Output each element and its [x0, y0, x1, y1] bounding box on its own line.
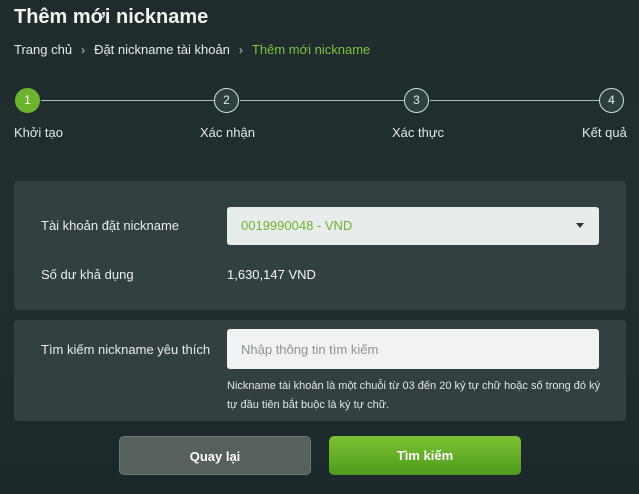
- stepper-connector: [41, 100, 214, 101]
- step-1-circle: 1: [15, 88, 40, 113]
- breadcrumb-current: Thêm mới nickname: [251, 42, 371, 57]
- stepper: 1 2 3 4 Khởi tạo Xác nhận Xác thực Kết q…: [0, 88, 639, 148]
- breadcrumb-separator: ›: [81, 42, 86, 57]
- step-1-label: Khởi tạo: [14, 125, 63, 140]
- stepper-connector: [430, 100, 599, 101]
- search-hint: Nickname tài khoản là một chuỗi từ 03 đế…: [227, 380, 601, 411]
- account-label: Tài khoản đặt nickname: [41, 218, 180, 233]
- search-input[interactable]: [227, 329, 599, 369]
- breadcrumb-home[interactable]: Trang chủ: [14, 42, 72, 57]
- step-3-circle: 3: [404, 88, 429, 113]
- breadcrumb: Trang chủ › Đặt nickname tài khoản › Thê…: [14, 42, 370, 57]
- step-2-label: Xác nhận: [200, 125, 255, 140]
- page-title: Thêm mới nickname: [14, 6, 209, 28]
- breadcrumb-separator: ›: [238, 42, 243, 57]
- breadcrumb-nickname-accounts[interactable]: Đặt nickname tài khoản: [94, 42, 230, 57]
- account-select-value: 0019990048 - VND: [241, 218, 353, 233]
- account-panel: Tài khoản đặt nickname 0019990048 - VND …: [14, 181, 626, 310]
- search-button[interactable]: Tìm kiếm: [329, 436, 521, 475]
- step-4-label: Kết quả: [582, 125, 627, 140]
- search-panel: Tìm kiếm nickname yêu thích Nickname tài…: [14, 320, 626, 421]
- balance-value: 1,630,147 VND: [227, 267, 316, 282]
- step-2-circle: 2: [214, 88, 239, 113]
- stepper-connector: [240, 100, 404, 101]
- step-4-circle: 4: [599, 88, 624, 113]
- step-3-label: Xác thực: [392, 125, 445, 140]
- back-button[interactable]: Quay lại: [119, 436, 311, 475]
- chevron-down-icon: [576, 223, 584, 228]
- balance-label: Số dư khả dụng: [41, 267, 134, 282]
- search-label: Tìm kiếm nickname yêu thích: [41, 342, 211, 357]
- account-select[interactable]: 0019990048 - VND: [227, 207, 599, 245]
